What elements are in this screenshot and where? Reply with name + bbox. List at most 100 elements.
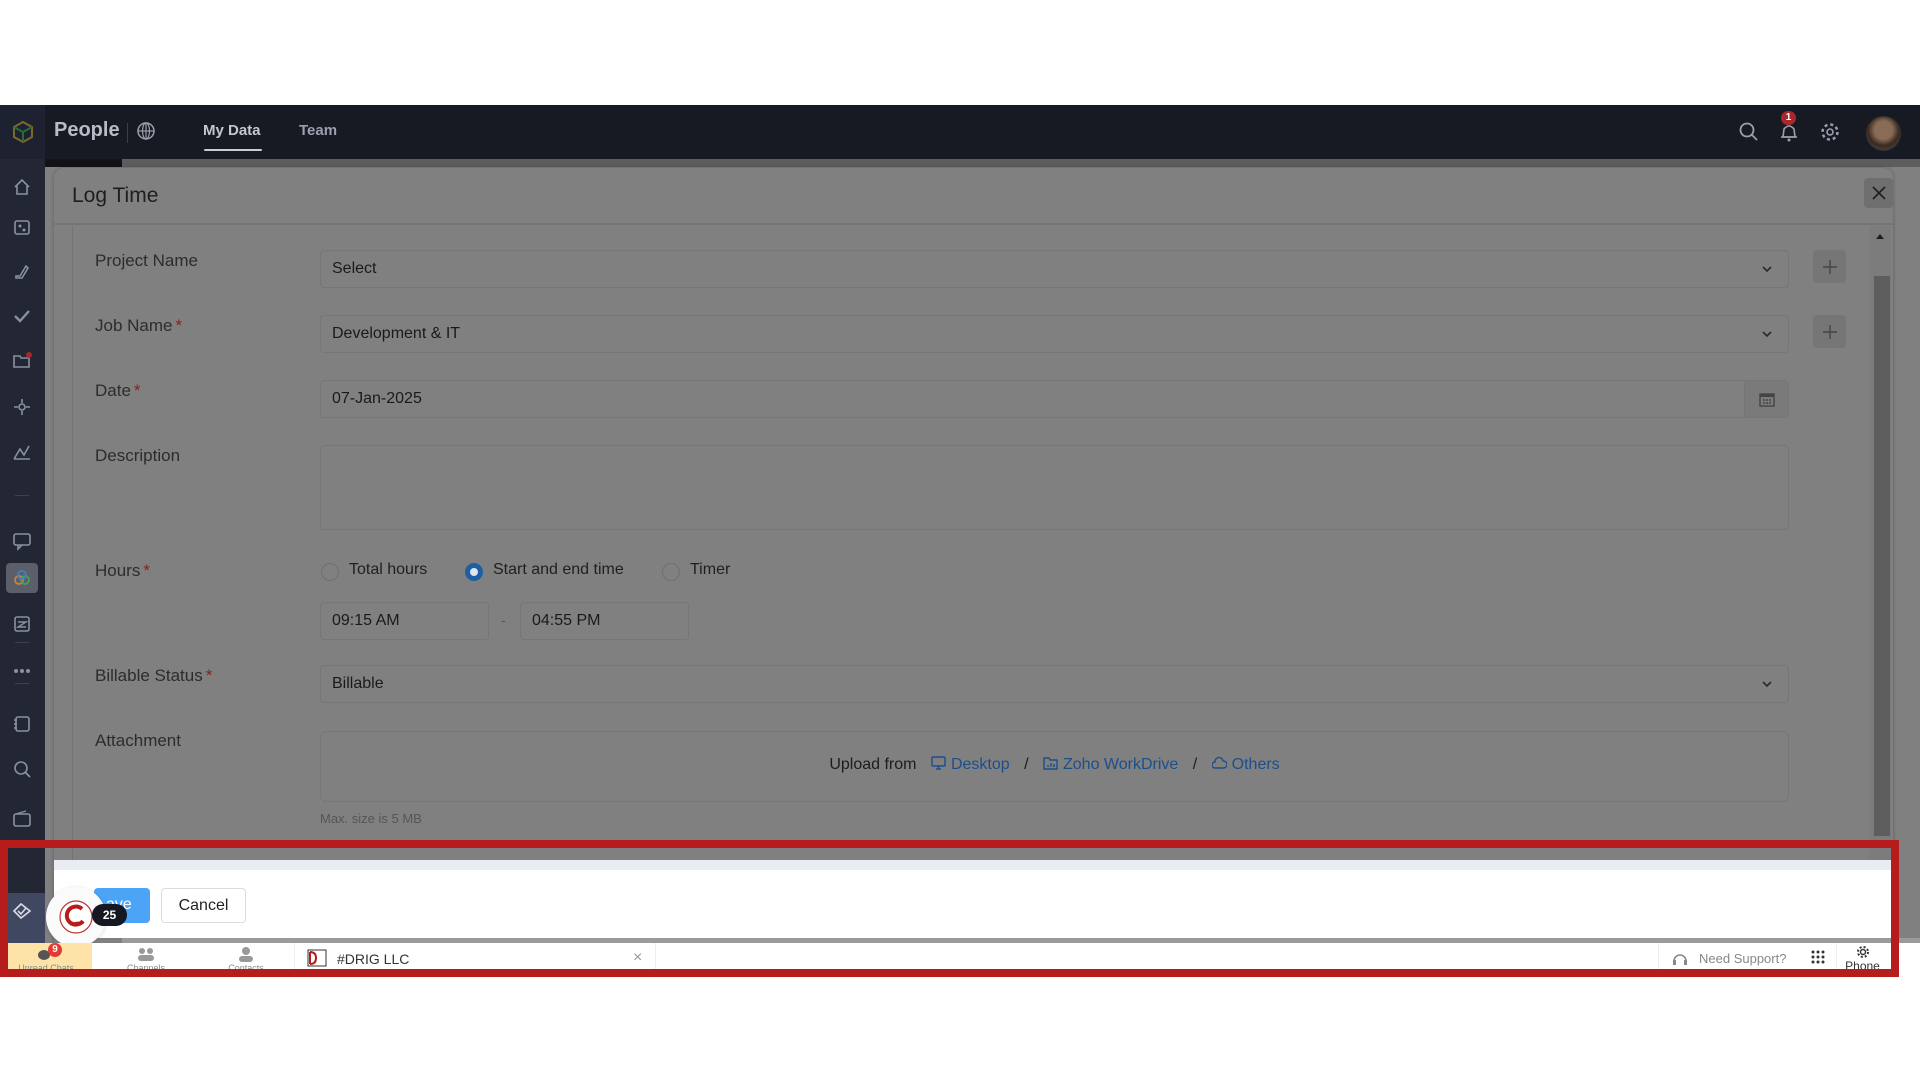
- more-icon[interactable]: [12, 661, 32, 681]
- scroll-up-arrow-icon[interactable]: [1876, 234, 1884, 239]
- start-time-input[interactable]: 09:15 AM: [320, 602, 489, 640]
- tab-team[interactable]: Team: [299, 122, 337, 139]
- billable-status-value: Billable: [332, 675, 384, 692]
- desktop-icon: [931, 756, 946, 770]
- separator: /: [1024, 756, 1029, 773]
- radio-total-hours[interactable]: [321, 563, 339, 581]
- dialog-footer: ave Cancel: [54, 860, 1893, 938]
- dialpad-icon[interactable]: [1804, 948, 1832, 970]
- hours-label: Hours *: [95, 561, 150, 580]
- content-top-edge: [45, 159, 122, 167]
- contacts-icon: [239, 947, 253, 962]
- description-label: Description: [95, 446, 181, 465]
- home-icon[interactable]: [12, 177, 32, 197]
- open-chat-name: #DRIG LLC: [337, 951, 410, 967]
- close-icon: [1871, 186, 1886, 200]
- upload-desktop-link[interactable]: Desktop: [951, 756, 1010, 773]
- gear-icon[interactable]: [1819, 121, 1841, 143]
- headset-icon: [1673, 954, 1687, 965]
- tab-unread-chats[interactable]: 9 Unread Chats: [0, 943, 92, 973]
- notes-icon[interactable]: [12, 714, 32, 734]
- tab-channels[interactable]: Channels: [100, 943, 192, 973]
- dialog-scrollbar[interactable]: [1869, 226, 1891, 948]
- timetracker-icon[interactable]: [12, 568, 32, 588]
- close-button[interactable]: [1864, 178, 1893, 208]
- upload-workdrive-link[interactable]: Zoho WorkDrive: [1063, 756, 1178, 773]
- billable-status-select[interactable]: Billable: [320, 665, 1789, 703]
- sidebar-divider: [15, 495, 29, 496]
- sidebar-divider: [15, 683, 29, 684]
- approval-icon[interactable]: [12, 901, 32, 921]
- separator: /: [1192, 756, 1198, 773]
- radio-timer[interactable]: [662, 563, 680, 581]
- add-job-button[interactable]: [1813, 315, 1846, 348]
- leave-icon[interactable]: [12, 217, 32, 237]
- user-avatar[interactable]: [1866, 116, 1901, 151]
- end-time-value: 04:55 PM: [532, 612, 601, 629]
- app-name: People: [54, 119, 120, 141]
- chat-icon[interactable]: [12, 531, 32, 551]
- app-window: People My Data Team 1 Log Time Project N…: [0, 105, 1920, 973]
- chevron-down-icon: [1762, 681, 1772, 688]
- left-sidebar: [0, 159, 45, 973]
- radio-start-end-time[interactable]: [465, 563, 483, 581]
- project-name-value: Select: [332, 260, 377, 277]
- forms-icon[interactable]: [12, 614, 32, 634]
- zoho-logo[interactable]: [0, 105, 45, 159]
- scrollbar-thumb[interactable]: [1874, 276, 1890, 836]
- chevron-down-icon: [1762, 331, 1772, 338]
- search-people-icon[interactable]: [12, 759, 32, 779]
- radio-timer-label[interactable]: Timer: [690, 561, 730, 579]
- open-chat-tab[interactable]: #DRIG LLC ×: [294, 943, 656, 973]
- phone-label: Phone: [1845, 959, 1880, 973]
- unread-count-badge: 25: [92, 904, 127, 926]
- need-support-button[interactable]: Need Support?: [1658, 943, 1796, 973]
- description-textarea[interactable]: [320, 445, 1789, 530]
- cloud-icon: [1211, 756, 1227, 769]
- close-chat-icon[interactable]: ×: [633, 949, 642, 967]
- end-time-input[interactable]: 04:55 PM: [520, 602, 689, 640]
- job-name-select[interactable]: Development & IT: [320, 315, 1789, 353]
- performance-icon[interactable]: [12, 397, 32, 417]
- divider: [127, 123, 128, 143]
- job-name-label: Job Name *: [95, 316, 183, 335]
- company-logo-icon: [59, 900, 93, 934]
- search-icon[interactable]: [1738, 121, 1760, 143]
- channels-icon: [138, 948, 154, 961]
- overlay-edge: [122, 159, 1920, 167]
- radio-start-end-time-label[interactable]: Start and end time: [493, 561, 624, 579]
- attachment-label: Attachment: [95, 731, 181, 750]
- tab-my-data[interactable]: My Data: [203, 122, 261, 139]
- tab-contacts[interactable]: Contacts: [200, 943, 292, 973]
- drig-logo-icon: [307, 949, 327, 967]
- attachment-dropzone[interactable]: Upload from Desktop / Zoho WorkDrive / O…: [320, 731, 1789, 802]
- radio-total-hours-label[interactable]: Total hours: [349, 561, 427, 579]
- cancel-button[interactable]: Cancel: [161, 888, 246, 923]
- salesiq-bottom-bar: 9 Unread Chats Channels Contacts #DRIG L…: [0, 943, 1920, 973]
- check-icon[interactable]: [12, 306, 32, 326]
- project-name-label: Project Name: [95, 251, 198, 270]
- dialog-header: Log Time: [54, 168, 1893, 225]
- upload-prefix: Upload from: [829, 756, 917, 773]
- date-value: 07-Jan-2025: [332, 390, 422, 407]
- need-support-label: Need Support?: [1699, 951, 1787, 966]
- project-name-select[interactable]: Select: [320, 250, 1789, 288]
- date-label: Date *: [95, 381, 141, 400]
- unread-chats-badge: 9: [48, 943, 62, 957]
- date-input[interactable]: 07-Jan-2025: [320, 380, 1789, 418]
- wallet-icon[interactable]: [12, 809, 32, 829]
- time-separator: -: [501, 612, 506, 628]
- files-icon[interactable]: [12, 351, 32, 371]
- add-project-button[interactable]: [1813, 250, 1846, 283]
- gear-icon: [1857, 946, 1869, 958]
- globe-icon[interactable]: [136, 121, 156, 141]
- attendance-icon[interactable]: [12, 261, 32, 281]
- upload-others-link[interactable]: Others: [1232, 756, 1280, 773]
- phone-button[interactable]: Phone: [1836, 943, 1888, 973]
- analytics-icon[interactable]: [12, 442, 32, 462]
- top-navigation-bar: People My Data Team 1: [0, 105, 1920, 159]
- calendar-button[interactable]: [1744, 381, 1788, 417]
- notification-badge: 1: [1781, 111, 1796, 125]
- billable-status-label: Billable Status *: [95, 666, 213, 685]
- tab-label: Contacts: [228, 963, 264, 973]
